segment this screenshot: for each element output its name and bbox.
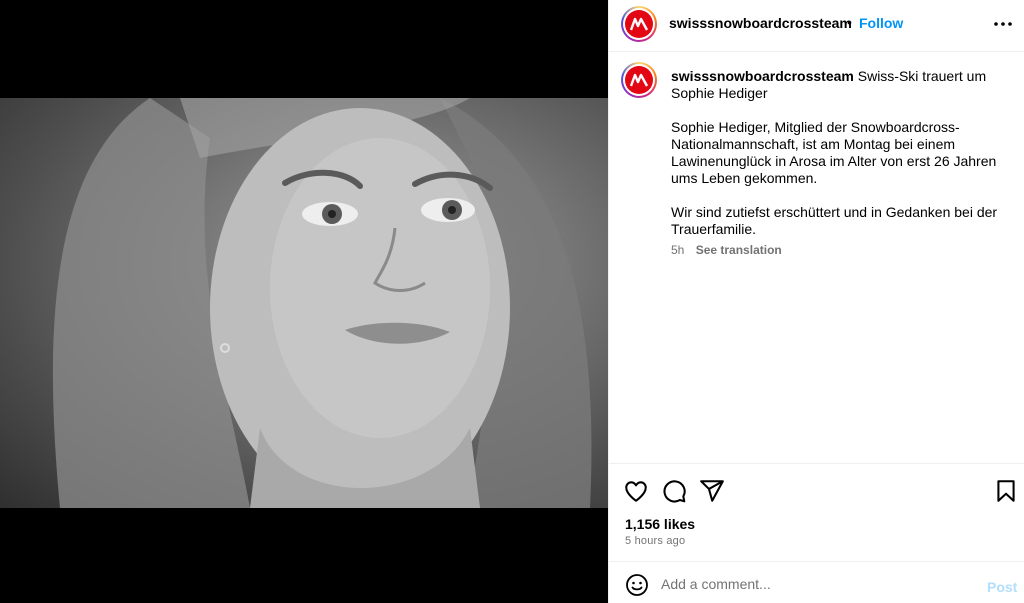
brand-logo-icon bbox=[625, 10, 653, 38]
share-icon[interactable] bbox=[699, 478, 725, 504]
media-viewer bbox=[0, 0, 608, 603]
heart-icon[interactable] bbox=[623, 478, 649, 504]
comment-bar: Post bbox=[609, 561, 1024, 603]
header-separator: • bbox=[847, 14, 852, 30]
post-timestamp: 5 hours ago bbox=[625, 535, 686, 547]
portrait-image bbox=[52, 98, 592, 508]
post-button[interactable]: Post bbox=[987, 579, 1017, 595]
comment-icon[interactable] bbox=[661, 478, 687, 504]
action-bar bbox=[609, 463, 1024, 513]
post-detail-panel: swisssnowboardcrossteam • Follow swisssn… bbox=[608, 0, 1024, 603]
post-header: swisssnowboardcrossteam • Follow bbox=[609, 0, 1024, 52]
caption-meta: 5h See translation bbox=[671, 243, 782, 257]
more-options-icon[interactable] bbox=[993, 14, 1013, 34]
header-username[interactable]: swisssnowboardcrossteam bbox=[669, 15, 852, 31]
caption-username[interactable]: swisssnowboardcrossteam bbox=[671, 68, 854, 84]
brand-logo-icon bbox=[625, 66, 653, 94]
comment-input[interactable] bbox=[661, 571, 961, 597]
caption-age: 5h bbox=[671, 243, 685, 257]
follow-button[interactable]: Follow bbox=[859, 15, 903, 31]
see-translation-link[interactable]: See translation bbox=[696, 243, 782, 257]
likes-count[interactable]: 1,156 likes bbox=[625, 516, 695, 532]
bookmark-icon[interactable] bbox=[993, 478, 1019, 504]
post-photo[interactable] bbox=[0, 98, 608, 508]
avatar[interactable] bbox=[621, 6, 657, 42]
caption-paragraph-2: Wir sind zutiefst erschüttert und in Ged… bbox=[671, 204, 998, 237]
post-caption: swisssnowboardcrossteam Swiss-Ski trauer… bbox=[671, 68, 1011, 255]
caption-paragraph-1: Sophie Hediger, Mitglied der Snowboardcr… bbox=[671, 119, 997, 186]
caption-avatar[interactable] bbox=[621, 62, 657, 98]
emoji-icon[interactable] bbox=[625, 573, 649, 597]
